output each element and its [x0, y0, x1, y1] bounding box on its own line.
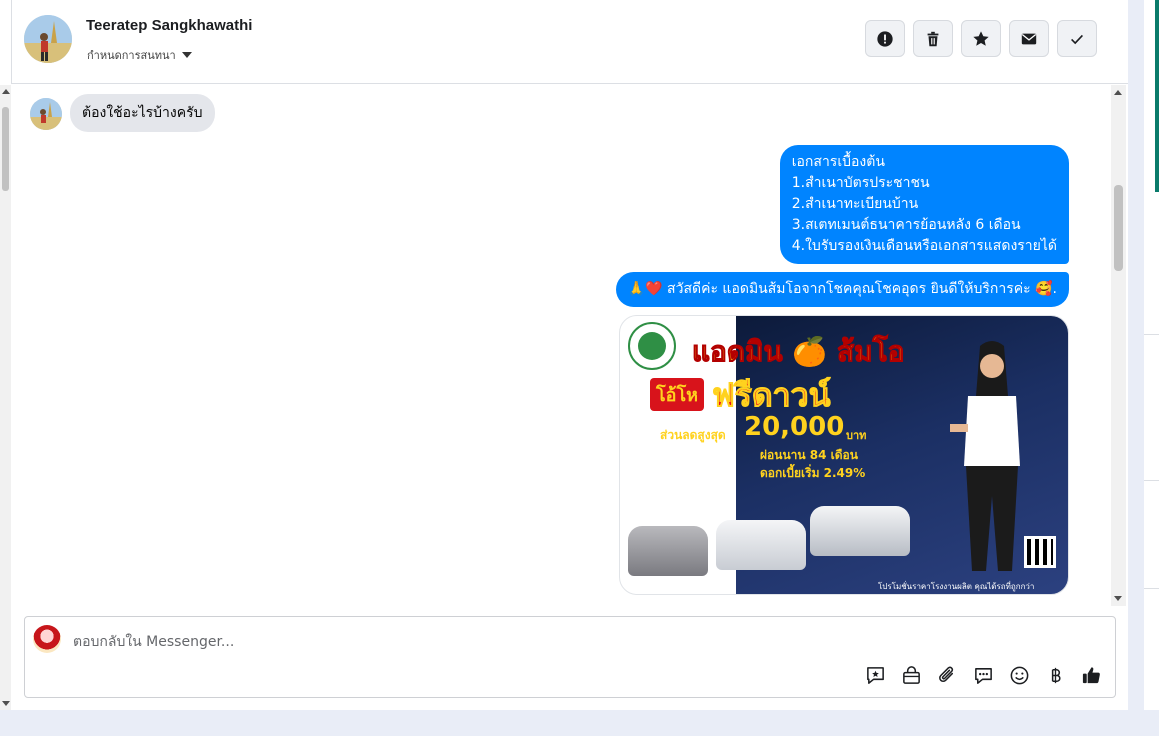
chat-icon: [975, 668, 992, 684]
exclamation-icon: [877, 30, 893, 47]
attach-icon: [939, 666, 954, 682]
divider: [1144, 334, 1159, 335]
caret-down-icon: [181, 52, 192, 58]
emoji-button[interactable]: [1008, 664, 1031, 687]
message-list: ต้องใช้อะไรบ้างครับ เอกสารเบื้องต้น 1.สำ…: [12, 85, 1116, 606]
message-scrollbar[interactable]: [1111, 85, 1126, 606]
outgoing-message-greeting[interactable]: 🙏❤️ สวัสดีค่ะ แอดมินส้มโอจากโชคคุณโชคอุด…: [615, 272, 1069, 307]
promo-footer: โปรโมชั่นราคาโรงงานผลิต คุณได้รถที่ถูกกว…: [878, 582, 1035, 591]
message-line: 1.สำเนาบัตรประชาชน: [791, 175, 930, 191]
promo-person-illustration: [950, 341, 1020, 571]
delete-button[interactable]: [913, 20, 953, 57]
promo-badge: โอ้โห: [650, 378, 705, 411]
like-button[interactable]: [1080, 664, 1103, 687]
message-line: 2.สำเนาทะเบียนบ้าน: [791, 196, 919, 212]
promo-discount-label: ส่วนลดสูงสุด: [660, 428, 726, 442]
avatar-photo: [30, 98, 62, 130]
accent-bar: [1155, 0, 1159, 192]
promo-discount-value: 20,000: [744, 412, 845, 442]
promo-car-sedan: [628, 526, 708, 576]
promo-image-attachment[interactable]: แอดมิน 🍊 ส้มโอ โอ้โห ฟรีดาวน์ ส่วนลดสูงส…: [619, 315, 1069, 595]
scroll-up-arrow-icon[interactable]: [1114, 90, 1122, 95]
promo-interest: ดอกเบี้ยเริ่ม 2.49%: [760, 466, 866, 480]
reply-composer[interactable]: ตอบกลับใน Messenger...: [24, 616, 1116, 698]
quick-reply-icon: [867, 667, 884, 684]
promo-title: แอดมิน 🍊 ส้มโอ: [692, 335, 905, 369]
emoji-icon: [1010, 666, 1029, 685]
promo-car-pickup: [716, 520, 806, 570]
scroll-up-arrow-icon[interactable]: [2, 89, 10, 94]
attach-button[interactable]: [936, 664, 959, 687]
mark-spam-button[interactable]: [865, 20, 905, 57]
mark-done-button[interactable]: [1057, 20, 1097, 57]
conversation-actions: [865, 20, 1097, 57]
payment-button[interactable]: [1044, 664, 1067, 687]
scroll-thumb[interactable]: [2, 107, 9, 191]
qr-code: [1024, 536, 1056, 568]
message-line: 🙏❤️ สวัสดีค่ะ แอดมินส้มโอจากโชคคุณโชคอุด…: [627, 281, 1057, 297]
mark-unread-button[interactable]: [1009, 20, 1049, 57]
scroll-down-arrow-icon[interactable]: [1114, 596, 1122, 601]
promo-currency: บาท: [846, 429, 867, 442]
saved-replies-button[interactable]: [972, 664, 995, 687]
quick-reply-button[interactable]: [864, 664, 887, 687]
message-line: 4.ใบรับรองเงินเดือนหรือเอกสารแสดงรายได้: [791, 238, 1057, 254]
shop-icon: [903, 666, 920, 684]
trash-icon: [927, 31, 939, 46]
like-icon: [1082, 667, 1100, 684]
incoming-message[interactable]: ต้องใช้อะไรบ้างครับ: [70, 94, 215, 132]
shop-button[interactable]: [900, 664, 923, 687]
avatar-photo: [24, 15, 72, 63]
left-scrollbar[interactable]: [0, 85, 11, 710]
baht-icon: [1051, 667, 1061, 684]
star-button[interactable]: [961, 20, 1001, 57]
dealer-logo: [628, 322, 676, 370]
message-line: 3.สเตทเมนต์ธนาคารย้อนหลัง 6 เดือน: [791, 217, 1021, 233]
side-panel: [1144, 0, 1159, 710]
conversation-header: Teeratep Sangkhawathi กำหนดการสนทนา: [12, 0, 1128, 84]
contact-avatar[interactable]: [24, 15, 72, 63]
message-line: เอกสารเบื้องต้น: [791, 154, 885, 170]
sender-avatar[interactable]: [30, 98, 62, 130]
check-icon: [1071, 34, 1083, 44]
conversation-panel: Teeratep Sangkhawathi กำหนดการสนทนา ต้อง…: [0, 0, 1128, 710]
divider: [1144, 588, 1159, 589]
outgoing-message-documents[interactable]: เอกสารเบื้องต้น 1.สำเนาบัตรประชาชน 2.สำเ…: [779, 145, 1069, 264]
envelope-icon: [1021, 33, 1037, 44]
divider: [1144, 480, 1159, 481]
promo-installment: ผ่อนนาน 84 เดือน: [760, 448, 858, 462]
composer-toolbar: [864, 664, 1103, 687]
reply-input[interactable]: ตอบกลับใน Messenger...: [73, 631, 234, 653]
star-icon: [973, 30, 989, 46]
assign-label-text: กำหนดการสนทนา: [87, 49, 176, 62]
promo-car-cab: [810, 506, 910, 556]
scroll-thumb[interactable]: [1114, 185, 1123, 271]
scroll-down-arrow-icon[interactable]: [2, 701, 10, 706]
contact-name[interactable]: Teeratep Sangkhawathi: [86, 17, 252, 34]
page-avatar: [33, 625, 61, 653]
assign-label-dropdown[interactable]: กำหนดการสนทนา: [87, 46, 192, 64]
